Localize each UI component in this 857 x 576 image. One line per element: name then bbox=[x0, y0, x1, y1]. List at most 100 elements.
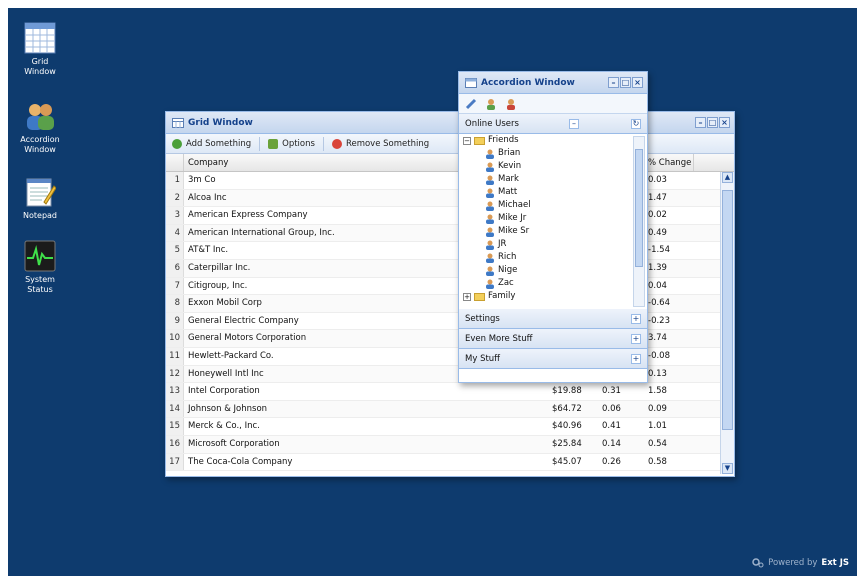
brand-label: Ext JS bbox=[821, 558, 849, 568]
maximize-button[interactable]: □ bbox=[620, 77, 631, 88]
tree-user-item[interactable]: Mike Jr bbox=[459, 212, 647, 225]
table-row[interactable]: 13 Intel Corporation $19.88 0.31 1.58 bbox=[166, 383, 734, 401]
powered-by: Powered by Ext JS bbox=[752, 558, 849, 568]
cell-company: Intel Corporation bbox=[188, 386, 260, 397]
cell-price: $25.84 bbox=[552, 438, 582, 449]
tree-user-label: JR bbox=[498, 239, 507, 249]
row-number: 16 bbox=[166, 435, 184, 453]
close-button[interactable]: × bbox=[632, 77, 643, 88]
table-row[interactable]: 8 Exxon Mobil Corp -0.64 bbox=[166, 295, 734, 313]
tree-user-item[interactable]: Mark bbox=[459, 173, 647, 186]
scroll-up-icon[interactable]: ▲ bbox=[722, 172, 733, 183]
row-number: 2 bbox=[166, 189, 184, 207]
remove-user-icon[interactable] bbox=[505, 98, 517, 110]
grid-window-titlebar[interactable]: Grid Window – □ × bbox=[166, 112, 734, 134]
tree-user-item[interactable]: Brian bbox=[459, 147, 647, 160]
my-stuff-panel-header[interactable]: My Stuff + bbox=[459, 349, 647, 369]
table-row[interactable]: 9 General Electric Company -0.23 bbox=[166, 312, 734, 331]
table-row[interactable]: 5 AT&T Inc. -1.54 bbox=[166, 242, 734, 260]
user-icon bbox=[486, 266, 494, 276]
tree-scrollbar[interactable] bbox=[633, 136, 645, 307]
table-row[interactable]: 4 American International Group, Inc. 0.49 bbox=[166, 224, 734, 243]
cell-change: 0.26 bbox=[602, 456, 621, 467]
expand-icon[interactable]: + bbox=[463, 292, 471, 301]
expand-icon[interactable]: + bbox=[631, 353, 641, 364]
tree-folder-family[interactable]: + Family bbox=[459, 290, 647, 303]
connect-icon[interactable] bbox=[465, 98, 477, 110]
row-number: 17 bbox=[166, 453, 184, 471]
grid-icon bbox=[24, 22, 56, 54]
minimize-button[interactable]: – bbox=[608, 77, 619, 88]
table-row[interactable]: 15 Merck & Co., Inc. $40.96 0.41 1.01 bbox=[166, 418, 734, 436]
close-button[interactable]: × bbox=[719, 117, 730, 128]
folder-icon bbox=[474, 136, 485, 145]
desktop-icon-label: Window bbox=[24, 67, 56, 76]
online-users-tree: − Friends Brian Kevin Mark Matt Michael Mike … bbox=[459, 134, 647, 309]
collapse-icon[interactable]: – bbox=[568, 118, 579, 129]
user-icon bbox=[486, 240, 494, 250]
tree-user-item[interactable]: Zac bbox=[459, 277, 647, 290]
tree-user-item[interactable]: Michael bbox=[459, 199, 647, 212]
add-icon bbox=[172, 138, 182, 149]
table-row[interactable]: 11 Hewlett-Packard Co. -0.08 bbox=[166, 347, 734, 366]
remove-something-button[interactable]: Remove Something bbox=[331, 138, 429, 149]
online-users-panel-header[interactable]: Online Users – ↻ bbox=[459, 114, 647, 134]
row-number: 11 bbox=[166, 347, 184, 365]
table-row[interactable]: 1 3m Co 0.03 bbox=[166, 172, 734, 190]
row-number: 12 bbox=[166, 365, 184, 383]
button-label: Add Something bbox=[186, 138, 252, 149]
accordion-window[interactable]: Accordion Window – □ × Online Users – ↻ … bbox=[458, 71, 648, 383]
table-row[interactable]: 2 Alcoa Inc 1.47 bbox=[166, 189, 734, 208]
row-number: 1 bbox=[166, 172, 184, 189]
expand-icon[interactable]: + bbox=[631, 333, 641, 344]
table-row[interactable]: 12 Honeywell Intl Inc 0.13 bbox=[166, 365, 734, 384]
user-icon bbox=[486, 279, 494, 289]
desktop-icon-system-status[interactable]: System Status bbox=[14, 240, 66, 295]
table-row[interactable]: 16 Microsoft Corporation $25.84 0.14 0.54 bbox=[166, 435, 734, 454]
table-row[interactable]: 10 General Motors Corporation 3.74 bbox=[166, 330, 734, 348]
settings-panel-header[interactable]: Settings + bbox=[459, 309, 647, 329]
tree-user-label: Mike Jr bbox=[498, 213, 527, 223]
table-row[interactable]: 3 American Express Company 0.02 bbox=[166, 207, 734, 225]
grid-scrollbar[interactable]: ▲ ▼ bbox=[720, 172, 734, 474]
cell-company: Microsoft Corporation bbox=[188, 438, 280, 449]
toolbar-separator bbox=[259, 136, 261, 151]
table-row[interactable]: 7 Citigroup, Inc. 0.04 bbox=[166, 277, 734, 296]
desktop-icon-notepad[interactable]: Notepad bbox=[14, 176, 66, 221]
tree-user-item[interactable]: Nige bbox=[459, 264, 647, 277]
table-row[interactable]: 17 The Coca-Cola Company $45.07 0.26 0.58 bbox=[166, 453, 734, 472]
remove-icon bbox=[331, 138, 342, 149]
cell-change: 0.14 bbox=[602, 438, 621, 449]
scroll-thumb[interactable] bbox=[722, 190, 733, 430]
user-icon bbox=[486, 253, 494, 263]
refresh-icon[interactable]: ↻ bbox=[630, 118, 641, 129]
table-row[interactable]: 6 Caterpillar Inc. 1.39 bbox=[166, 259, 734, 278]
minimize-button[interactable]: – bbox=[695, 117, 706, 128]
add-something-button[interactable]: Add Something bbox=[172, 138, 252, 149]
row-number: 10 bbox=[166, 330, 184, 347]
options-button[interactable]: Options bbox=[268, 138, 315, 149]
tree-user-item[interactable]: Matt bbox=[459, 186, 647, 199]
add-user-icon[interactable] bbox=[485, 98, 497, 110]
desktop-icon-accordion-window[interactable]: Accordion Window bbox=[14, 100, 66, 155]
even-more-stuff-panel-header[interactable]: Even More Stuff + bbox=[459, 329, 647, 349]
scroll-down-icon[interactable]: ▼ bbox=[722, 463, 733, 474]
tree-folder-friends[interactable]: − Friends bbox=[459, 134, 647, 147]
tree-user-label: Matt bbox=[498, 187, 518, 197]
expand-icon[interactable]: + bbox=[631, 313, 641, 324]
accordion-window-titlebar[interactable]: Accordion Window – □ × bbox=[459, 72, 647, 94]
cell-pct-change: 0.54 bbox=[648, 438, 667, 449]
tree-user-item[interactable]: JR bbox=[459, 238, 647, 251]
tree-user-item[interactable]: Kevin bbox=[459, 160, 647, 173]
maximize-button[interactable]: □ bbox=[707, 117, 718, 128]
tree-user-item[interactable]: Mike Sr bbox=[459, 225, 647, 238]
cell-price: $40.96 bbox=[552, 421, 582, 432]
scroll-thumb[interactable] bbox=[635, 149, 643, 267]
desktop-icon-grid-window[interactable]: Grid Window bbox=[14, 22, 66, 77]
panel-title: Online Users bbox=[465, 118, 519, 129]
tree-user-item[interactable]: Rich bbox=[459, 251, 647, 264]
grid-window[interactable]: Grid Window – □ × Add Something Options … bbox=[165, 111, 735, 477]
expand-icon[interactable]: − bbox=[463, 136, 471, 145]
table-row[interactable]: 14 Johnson & Johnson $64.72 0.06 0.09 bbox=[166, 400, 734, 419]
cell-price: $45.07 bbox=[552, 456, 582, 467]
